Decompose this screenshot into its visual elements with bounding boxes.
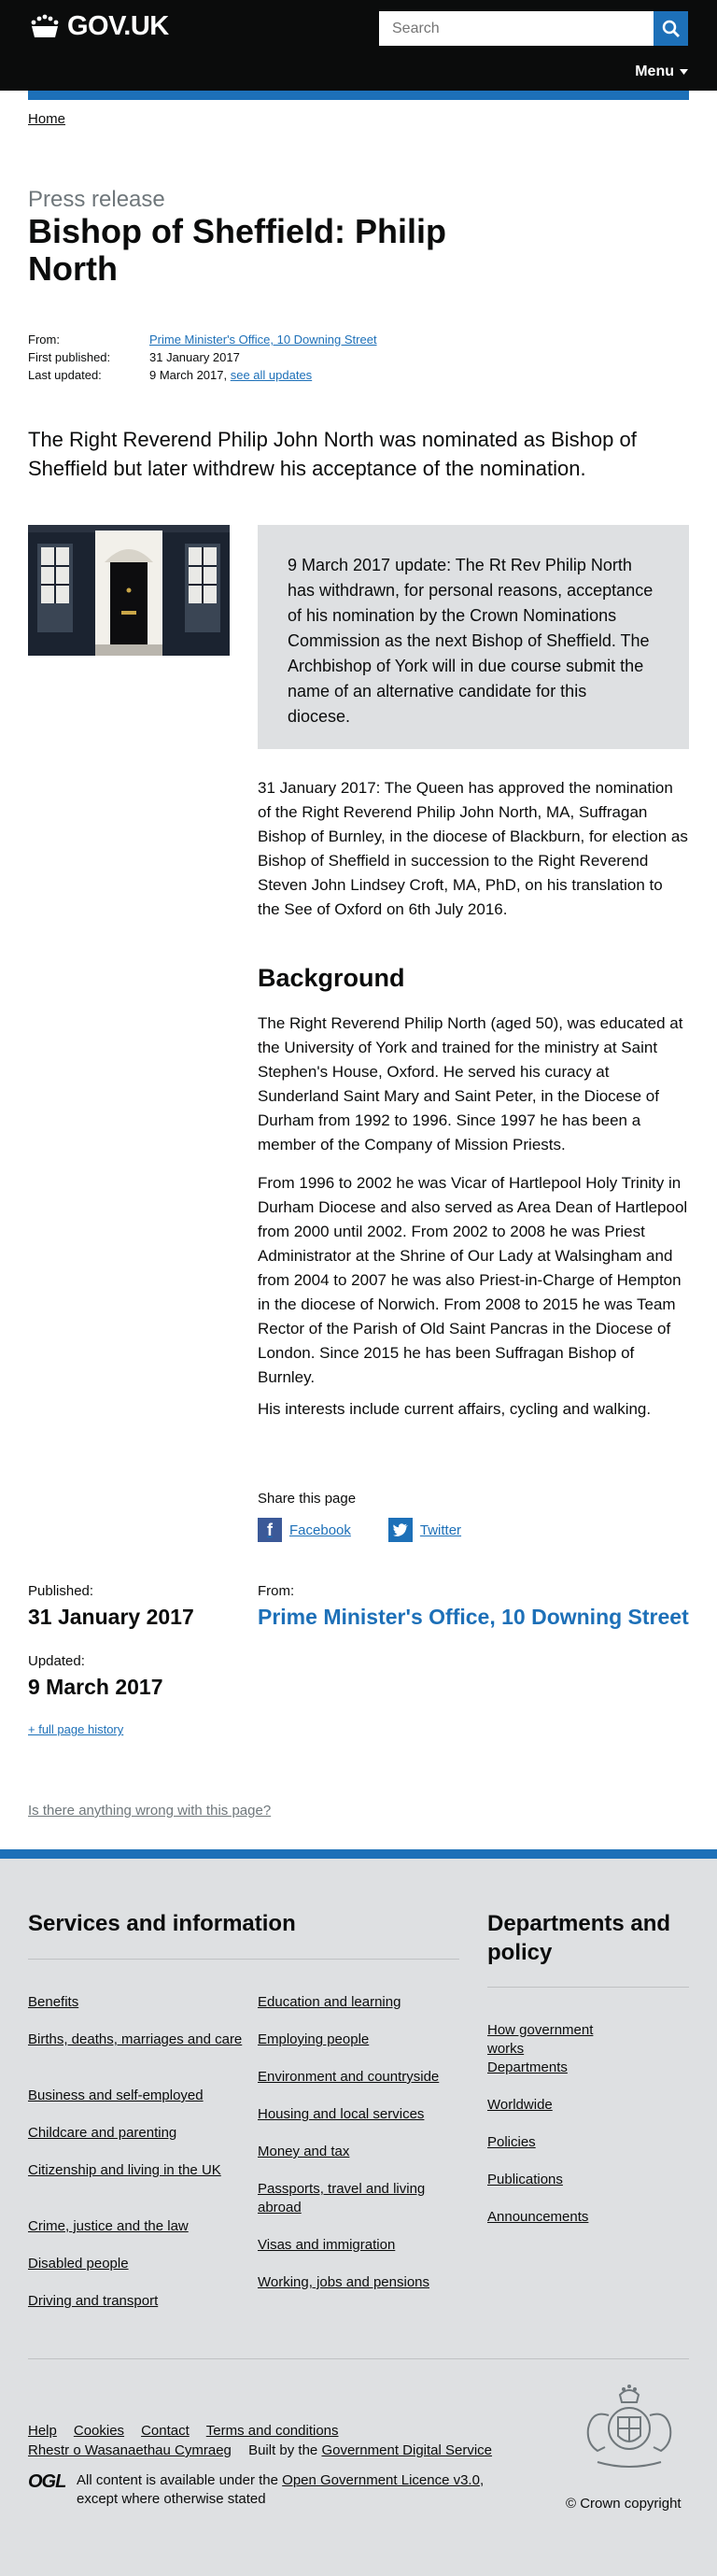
services-heading: Services and information <box>28 1911 296 1936</box>
departments-link-0[interactable]: How government works <box>487 2021 627 2059</box>
from-label-bottom: From: <box>258 1583 295 1599</box>
body-paragraph-announcement: 31 January 2017: The Queen has approved … <box>258 779 688 918</box>
departments-link-5[interactable]: Announcements <box>487 2208 627 2227</box>
ogl-licence-link[interactable]: Open Government Licence v3.0 <box>282 2472 480 2488</box>
first-published-label: First published: <box>28 350 111 364</box>
chevron-down-icon <box>680 68 688 75</box>
background-heading: Background <box>258 964 405 992</box>
services-link-col2-0[interactable]: Education and learning <box>258 1993 444 2012</box>
footer-meta-link-3[interactable]: Terms and conditions <box>206 2423 339 2439</box>
departments-link-3[interactable]: Policies <box>487 2133 627 2152</box>
menu-label: Menu <box>635 64 674 79</box>
first-published-value: 31 January 2017 <box>149 350 240 364</box>
full-page-history-link[interactable]: + full page history <box>28 1722 123 1736</box>
services-link-7[interactable]: Driving and transport <box>28 2292 243 2311</box>
published-label: Published: <box>28 1583 94 1599</box>
departments-link-1[interactable]: Departments <box>487 2059 627 2077</box>
services-link-col2-6[interactable]: Visas and immigration <box>258 2236 444 2255</box>
crown-copyright: © Crown copyright <box>566 2496 682 2512</box>
share-title: Share this page <box>258 1491 357 1507</box>
services-link-6[interactable]: Disabled people <box>28 2255 243 2273</box>
from-organisation-link[interactable]: Prime Minister's Office, 10 Downing Stre… <box>149 331 377 348</box>
services-link-col2-4[interactable]: Money and tax <box>258 2143 444 2161</box>
last-updated-value: 9 March 2017, <box>149 368 228 382</box>
published-value: 31 January 2017 <box>28 1605 194 1629</box>
departments-link-4[interactable]: Publications <box>487 2171 627 2189</box>
twitter-icon <box>387 1518 413 1542</box>
body-paragraph-interests: His interests include current affairs, c… <box>258 1400 652 1418</box>
govuk-logo-link[interactable]: GOV.UK <box>28 11 169 42</box>
lead-paragraph: The Right Reverend Philip John North was… <box>28 428 637 480</box>
services-link-col2-5[interactable]: Passports, travel and living abroad <box>258 2180 444 2217</box>
page-caption: Press release <box>28 187 165 212</box>
update-callout: 9 March 2017 update: The Rt Rev Philip N… <box>258 525 689 749</box>
share-section: Share this page f Facebook Twitter <box>258 1491 461 1542</box>
footer-meta-link-1[interactable]: Cookies <box>74 2423 124 2439</box>
updated-value: 9 March 2017 <box>28 1675 163 1699</box>
services-link-3[interactable]: Childcare and parenting <box>28 2124 243 2143</box>
page-title: Bishop of Sheffield: Philip North <box>28 212 446 288</box>
downing-street-photo <box>28 525 230 656</box>
welsh-services-link[interactable]: Rhestr o Wasanaethau Cymraeg <box>28 2442 232 2458</box>
departments-link-2[interactable]: Worldwide <box>487 2096 627 2115</box>
services-link-0[interactable]: Benefits <box>28 1993 243 2012</box>
report-problem-link[interactable]: Is there anything wrong with this page? <box>28 1803 271 1819</box>
departments-heading: Departments and policy <box>487 1911 671 1965</box>
departments-divider <box>487 1987 689 1988</box>
built-by-text: Built by the <box>248 2442 318 2458</box>
services-link-col2-3[interactable]: Housing and local services <box>258 2105 444 2124</box>
logo-text: GOV.UK <box>67 11 169 41</box>
crown-icon <box>31 14 59 37</box>
royal-coat-of-arms-icon <box>586 2385 672 2468</box>
ogl-logo: OGL <box>28 2471 66 2492</box>
header-accent-bar <box>28 91 689 100</box>
share-facebook-link[interactable]: f Facebook <box>258 1518 351 1542</box>
last-updated-label: Last updated: <box>28 368 102 382</box>
page-metadata: From: Prime Minister's Office, 10 Downin… <box>28 331 377 384</box>
site-header: GOV.UK Menu <box>0 0 717 91</box>
twitter-label: Twitter <box>419 1522 462 1538</box>
facebook-label: Facebook <box>289 1522 351 1538</box>
licence-prefix: All content is available under the <box>77 2472 278 2488</box>
footer-meta-link-0[interactable]: Help <box>28 2423 57 2439</box>
from-organisation-link-bottom[interactable]: Prime Minister's Office, 10 Downing Stre… <box>258 1605 689 1630</box>
see-all-updates-link[interactable]: see all updates <box>231 366 312 384</box>
services-link-col2-1[interactable]: Employing people <box>258 2031 444 2049</box>
callout-text: 9 March 2017 update: The Rt Rev Philip N… <box>288 556 654 726</box>
search-input[interactable] <box>379 11 654 46</box>
body-paragraph-education: The Right Reverend Philip North (aged 50… <box>258 1014 683 1154</box>
footer-meta-links: Help Cookies Contact Terms and conditions <box>28 2423 339 2439</box>
footer-meta-link-2[interactable]: Contact <box>141 2423 190 2439</box>
services-link-1[interactable]: Births, deaths, marriages and care <box>28 2031 243 2049</box>
search-icon <box>662 20 680 37</box>
share-twitter-link[interactable]: Twitter <box>387 1518 462 1542</box>
search-button[interactable] <box>654 11 688 46</box>
services-link-col2-2[interactable]: Environment and countryside <box>258 2068 444 2087</box>
search-form <box>379 11 688 46</box>
facebook-icon: f <box>258 1518 282 1542</box>
services-link-5[interactable]: Crime, justice and the law <box>28 2217 243 2236</box>
body-paragraph-career: From 1996 to 2002 he was Vicar of Hartle… <box>258 1174 688 1386</box>
services-link-2[interactable]: Business and self-employed <box>28 2087 243 2105</box>
updated-label: Updated: <box>28 1653 85 1669</box>
services-divider <box>28 1959 459 1960</box>
gds-link[interactable]: Government Digital Service <box>321 2442 492 2458</box>
menu-toggle[interactable]: Menu <box>635 64 688 80</box>
footer-meta-divider <box>28 2358 689 2359</box>
from-label: From: <box>28 333 60 347</box>
breadcrumb-home-link[interactable]: Home <box>28 111 65 127</box>
breadcrumb: Home <box>28 111 65 127</box>
services-link-col2-7[interactable]: Working, jobs and pensions <box>258 2273 444 2292</box>
services-link-4[interactable]: Citizenship and living in the UK <box>28 2161 243 2180</box>
site-footer: Services and information Benefits Births,… <box>0 1849 717 2576</box>
